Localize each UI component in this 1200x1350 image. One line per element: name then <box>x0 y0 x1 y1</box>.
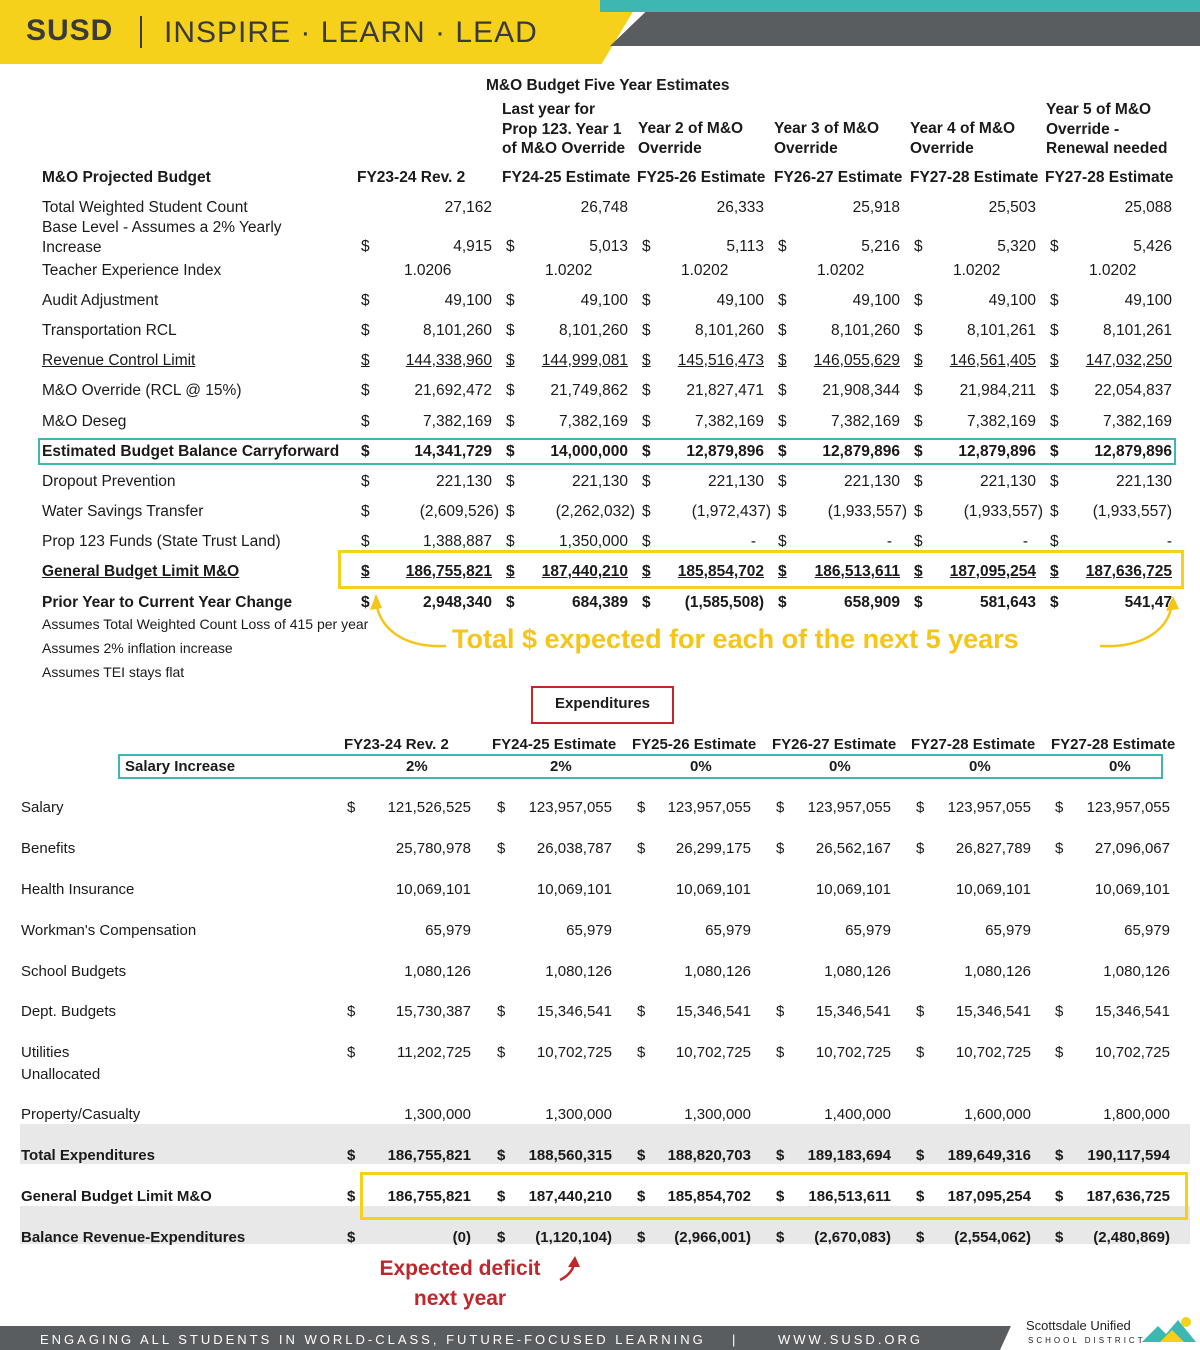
arrow-left-head-icon <box>370 594 382 610</box>
arrow-left-icon <box>374 601 447 648</box>
arrow-right-icon <box>1099 603 1174 648</box>
arrow-right-head-icon <box>1166 596 1179 611</box>
mountain-logo-icon <box>1142 1317 1196 1342</box>
footer-district-sub: SCHOOL DISTRICT <box>1028 1336 1146 1345</box>
callout-arrows <box>370 594 1179 1282</box>
arrow-deficit-head-icon <box>568 1256 580 1267</box>
footer-district-name: Scottsdale Unified <box>1026 1318 1131 1333</box>
footer-mission: ENGAGING ALL STUDENTS IN WORLD-CLASS, FU… <box>40 1332 706 1347</box>
footer-separator: | <box>732 1332 739 1347</box>
footer-url[interactable]: WWW.SUSD.ORG <box>778 1332 923 1347</box>
